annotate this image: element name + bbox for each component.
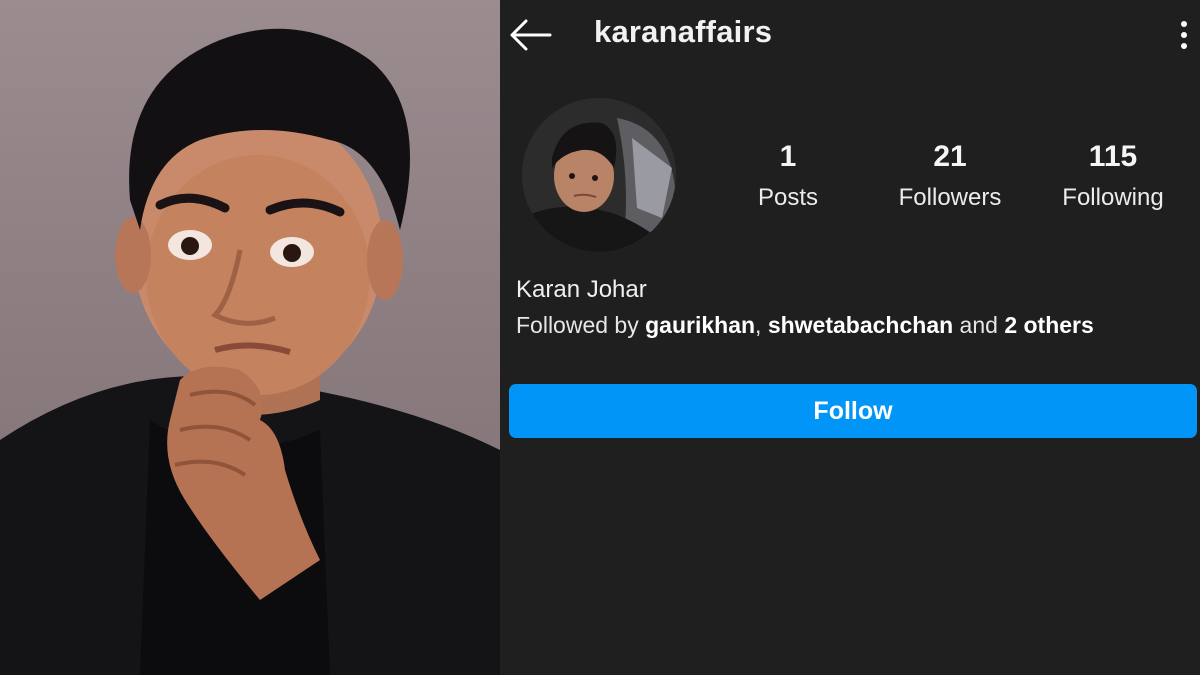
composite-screenshot: karanaffairs 1 Posts 21 Followers 115 Fo… bbox=[0, 0, 1200, 675]
stat-followers[interactable]: 21 Followers bbox=[880, 140, 1020, 212]
more-vertical-icon[interactable] bbox=[1176, 18, 1192, 52]
followed-by-prefix: Followed by bbox=[516, 312, 646, 338]
followers-label: Followers bbox=[898, 184, 1002, 211]
stat-following[interactable]: 115 Following bbox=[1043, 140, 1183, 212]
portrait-illustration bbox=[0, 28, 500, 675]
top-bar: karanaffairs bbox=[500, 0, 1200, 70]
followers-count: 21 bbox=[933, 140, 967, 173]
profile-full-name: Karan Johar bbox=[516, 276, 647, 303]
followed-by-and: and bbox=[953, 312, 1005, 338]
followed-by-text: Followed by gaurikhan, shwetabachchan an… bbox=[516, 312, 1094, 339]
posts-count: 1 bbox=[779, 140, 797, 173]
follow-button[interactable]: Follow bbox=[509, 384, 1197, 438]
profile-username: karanaffairs bbox=[594, 14, 773, 49]
following-label: Following bbox=[1062, 184, 1164, 211]
posts-label: Posts bbox=[757, 184, 819, 211]
back-arrow-icon[interactable] bbox=[508, 18, 552, 52]
mutual-follower-link[interactable]: gaurikhan bbox=[645, 312, 755, 338]
mutual-follower-link[interactable]: shwetabachchan bbox=[768, 312, 953, 338]
photo-man-thinking bbox=[0, 0, 500, 675]
stat-posts[interactable]: 1 Posts bbox=[718, 140, 858, 212]
following-count: 115 bbox=[1088, 140, 1138, 173]
mutual-followers-others-link[interactable]: 2 others bbox=[1004, 312, 1093, 338]
followed-by-separator: , bbox=[755, 312, 768, 338]
instagram-profile-screen: karanaffairs 1 Posts 21 Followers 115 Fo… bbox=[500, 0, 1200, 675]
profile-stats: 1 Posts 21 Followers 115 Following bbox=[500, 140, 1200, 220]
